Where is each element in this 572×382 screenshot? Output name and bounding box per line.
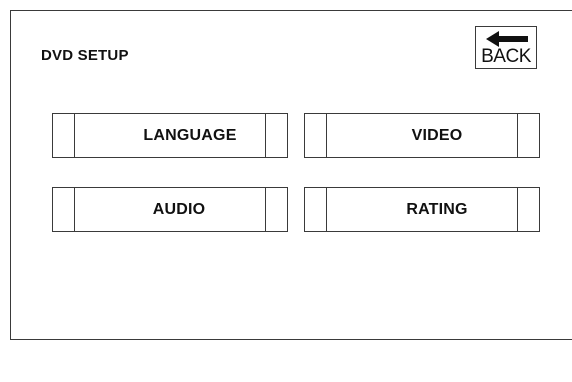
rating-button-label: RATING: [406, 200, 468, 218]
video-button-label: VIDEO: [411, 126, 463, 144]
language-button[interactable]: LANGUAGE: [52, 113, 288, 158]
audio-button[interactable]: AUDIO: [52, 187, 288, 232]
button-divider: [517, 188, 518, 231]
rating-button[interactable]: RATING: [304, 187, 540, 232]
button-divider: [265, 114, 266, 157]
page-title: DVD SETUP: [41, 47, 129, 64]
audio-button-label: AUDIO: [152, 200, 206, 218]
back-button-label: BACK: [481, 46, 531, 67]
button-divider: [517, 114, 518, 157]
button-divider: [265, 188, 266, 231]
video-button[interactable]: VIDEO: [304, 113, 540, 158]
arrow-left-icon: [486, 31, 528, 47]
language-button-label: LANGUAGE: [143, 126, 237, 144]
back-button[interactable]: BACK: [475, 26, 537, 69]
